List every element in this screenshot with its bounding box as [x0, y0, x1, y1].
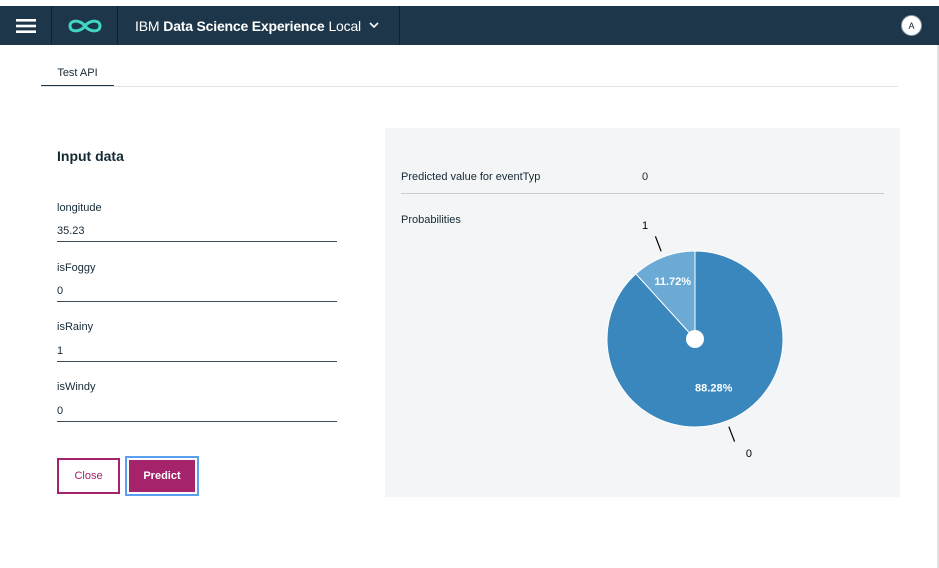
pie-center-dot: [686, 330, 704, 348]
probabilities-pie-chart: 88.28% 0 11.72% 1: [606, 220, 784, 460]
longitude-input[interactable]: [57, 221, 337, 242]
pie-percent-label-1: 11.72%: [654, 276, 691, 288]
iswindy-label: isWindy: [57, 381, 96, 393]
hamburger-menu-icon: [15, 18, 36, 33]
tab-test-api[interactable]: Test API: [41, 63, 114, 87]
israiny-label: isRainy: [57, 321, 94, 333]
predicted-value: 0: [642, 171, 649, 183]
product-switcher[interactable]: IBM Data Science Experience Local: [118, 6, 400, 45]
pie-leader-line-1: [654, 236, 662, 252]
app-header: IBM Data Science Experience Local A: [0, 6, 939, 45]
predicted-value-label: Predicted value for eventTyp: [401, 171, 541, 183]
longitude-label: longitude: [57, 202, 102, 214]
hamburger-menu-button[interactable]: [0, 6, 52, 45]
iswindy-input[interactable]: [57, 401, 337, 422]
result-divider: [401, 193, 884, 194]
chevron-down-icon: [369, 22, 379, 29]
brand-name: IBM: [135, 17, 160, 34]
tab-divider: [41, 86, 898, 87]
pie-category-label-0: 0: [746, 448, 752, 460]
product-edition: Local: [328, 17, 361, 34]
infinity-logo-icon: [67, 19, 102, 32]
pie-leader-line-0: [728, 426, 736, 442]
dsx-logo[interactable]: [52, 6, 118, 45]
product-name: Data Science Experience: [163, 17, 325, 34]
predict-button[interactable]: Predict: [125, 456, 199, 496]
input-data-title: Input data: [57, 148, 124, 164]
probabilities-label: Probabilities: [401, 214, 461, 226]
user-avatar[interactable]: A: [901, 15, 922, 36]
close-button[interactable]: Close: [57, 458, 120, 494]
pie-category-label-1: 1: [642, 220, 648, 232]
pie-percent-label-0: 88.28%: [695, 383, 733, 395]
israiny-input[interactable]: [57, 341, 337, 362]
isfoggy-label: isFoggy: [57, 262, 96, 274]
isfoggy-input[interactable]: [57, 281, 337, 302]
